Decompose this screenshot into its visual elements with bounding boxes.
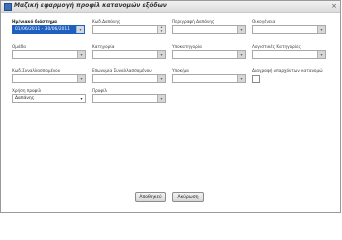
delete-existing-checkbox[interactable] (252, 75, 260, 83)
chevron-down-icon[interactable]: ▾ (317, 26, 325, 33)
spinner-icon[interactable]: ▴ ▾ (157, 25, 165, 33)
category-label: Κατηγορία (92, 44, 115, 49)
period-label: Ημ/νιακό διάστημα (12, 19, 58, 24)
subcategory-label: Υποκατηγορία (172, 44, 202, 49)
chevron-down-icon[interactable]: ▾ (157, 51, 165, 58)
partner-name-input[interactable]: ▾ (92, 74, 166, 83)
expense-description-label: Περιγραφή Δαπάνης (172, 19, 215, 24)
partner-name-label: Επωνυμία Συναλλασσομένου (92, 68, 152, 73)
window-title: Μαζική εφαρμογή προφίλ κατανομών εξόδων (14, 2, 167, 9)
app-icon (4, 3, 12, 11)
expense-code-input[interactable]: ▴ ▾ (92, 25, 166, 34)
title-bar: Μαζική εφαρμογή προφίλ κατανομών εξόδων … (1, 1, 340, 13)
chevron-down-icon[interactable]: ▾ (157, 95, 165, 102)
group-label: Ομάδα (12, 44, 27, 49)
delete-existing-label: Διαγραφή υπαρχόντων κατανομώ (252, 68, 323, 73)
period-input[interactable]: 01/06/2011 - 30/06/2011 ▾ (12, 25, 85, 34)
chevron-down-icon[interactable]: ▾ (77, 75, 85, 82)
chevron-down-icon[interactable]: ▾ (78, 95, 85, 102)
expense-description-input[interactable]: ▾ (172, 25, 246, 34)
subcategory-input[interactable]: ▾ (172, 50, 246, 59)
category-input[interactable]: ▾ (92, 50, 166, 59)
chevron-down-icon[interactable]: ▾ (237, 26, 245, 33)
profile-use-value: Δαπάνης (15, 96, 35, 101)
accounting-categories-label: Λογιστικές Κατηγορίες (252, 44, 301, 49)
period-value: 01/06/2011 - 30/06/2011 (15, 27, 70, 32)
chevron-down-icon[interactable]: ▾ (157, 75, 165, 82)
profile-input[interactable]: ▾ (92, 94, 166, 103)
accounting-categories-input[interactable]: ▾ (252, 50, 326, 59)
chevron-down-icon[interactable]: ▾ (76, 26, 84, 33)
cancel-button[interactable]: Ακύρωση (172, 192, 204, 202)
branch-label: Υποκ/μα (172, 68, 189, 73)
profile-use-select[interactable]: Δαπάνης ▾ (12, 94, 86, 103)
profile-use-label: Χρήση προφίλ (12, 88, 42, 93)
close-icon[interactable]: × (330, 2, 338, 10)
family-input[interactable]: ▾ (252, 25, 326, 34)
partner-code-label: Κωδ.Συναλλασσομένου (12, 68, 61, 73)
expense-code-label: Κωδ.Δαπάνης (92, 19, 121, 24)
chevron-down-icon[interactable]: ▾ (317, 51, 325, 58)
chevron-down-icon[interactable]: ▾ (237, 75, 245, 82)
chevron-down-icon[interactable]: ▾ (237, 51, 245, 58)
save-button[interactable]: Αποθηκεύ (135, 192, 166, 202)
group-input[interactable]: ▾ (12, 50, 86, 59)
profile-label: Προφίλ (92, 88, 108, 93)
chevron-down-icon[interactable]: ▾ (77, 51, 85, 58)
family-label: Οικογένεια (252, 19, 276, 24)
branch-input[interactable]: ▾ (172, 74, 246, 83)
dialog-window: Μαζική εφαρμογή προφίλ κατανομών εξόδων … (0, 0, 341, 213)
partner-code-input[interactable]: ▾ (12, 74, 86, 83)
